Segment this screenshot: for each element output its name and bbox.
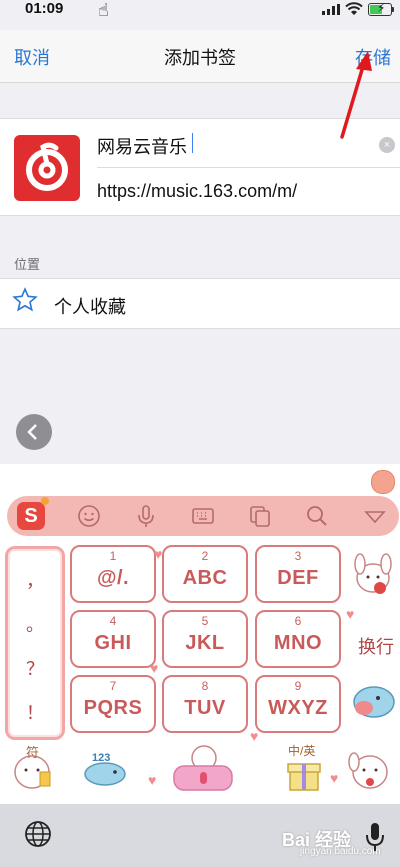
whale-sticker-icon (353, 686, 395, 718)
dictation-mic-icon[interactable] (366, 822, 384, 852)
annotation-arrow-icon (340, 51, 372, 139)
key-1[interactable]: 1 @/. (70, 545, 156, 603)
search-icon[interactable] (305, 504, 329, 528)
heart-decoration: ♥ (330, 770, 339, 786)
bookmark-url-field[interactable]: https://music.163.com/m/ (97, 181, 297, 202)
clipboard-icon[interactable] (248, 504, 272, 528)
key-5[interactable]: 5 JKL (162, 610, 248, 668)
collapse-back-button[interactable] (16, 414, 52, 450)
battery-cap (392, 7, 394, 12)
language-toggle-sticker-label[interactable]: 中/英 (288, 742, 315, 759)
heart-decoration: ♥ (346, 606, 355, 622)
key-4[interactable]: 4 GHI (70, 610, 156, 668)
gift-box-sticker-icon (287, 763, 321, 791)
key-2[interactable]: 2 ABC (162, 545, 248, 603)
chevron-left-icon (27, 424, 37, 440)
key-3[interactable]: 3 DEF (255, 545, 341, 603)
heart-decoration: ♥ (250, 728, 259, 744)
battery-icon: ⚡ (368, 1, 392, 16)
punct-comma-key[interactable]: ， (8, 567, 62, 593)
key-9[interactable]: 9 WXYZ (255, 675, 341, 733)
key-6[interactable]: 6 MNO (255, 610, 341, 668)
hide-keyboard-icon[interactable] (363, 504, 387, 528)
star-icon (12, 287, 38, 312)
heart-decoration: ♥ (150, 660, 159, 676)
wifi-icon (345, 2, 363, 15)
netease-music-logo-icon (14, 135, 80, 201)
text-cursor (192, 133, 193, 153)
cellular-signal-icon (322, 4, 340, 15)
punct-exclaim-key[interactable]: ！ (8, 699, 62, 725)
bunny-emoji-sticker-icon (348, 752, 388, 789)
favorites-folder-row[interactable]: 个人收藏 (0, 278, 400, 329)
location-section-label: 位置 (14, 257, 41, 272)
newline-key[interactable]: 换行 (358, 633, 394, 659)
bathtub-voice-sticker-icon[interactable] (170, 742, 236, 798)
punctuation-column: ， 。 ？ ！ (5, 546, 65, 740)
symbol-sticker-label[interactable]: 符 (26, 742, 39, 761)
folder-label: 个人收藏 (54, 297, 126, 317)
key-7[interactable]: 7 PQRS (70, 675, 156, 733)
sogou-logo-button[interactable]: S (17, 502, 45, 530)
keyboard-toolbar: S (7, 496, 399, 536)
clear-text-button[interactable]: × (379, 137, 395, 153)
field-divider (97, 167, 400, 168)
bookmark-name-field[interactable]: 网易云音乐 (97, 133, 187, 159)
heart-decoration: ♥ (148, 772, 157, 788)
cancel-button[interactable]: 取消 (14, 44, 50, 70)
globe-icon[interactable] (24, 820, 52, 848)
key-8[interactable]: 8 TUV (162, 675, 248, 733)
keyboard-skin-badge[interactable] (371, 470, 395, 494)
notification-dot (41, 497, 49, 505)
punct-period-key[interactable]: 。 (8, 611, 62, 637)
heart-decoration: ♥ (154, 546, 163, 562)
voice-input-icon[interactable] (134, 504, 158, 528)
bunny-sticker-icon (354, 553, 392, 594)
status-time: 01:09 (25, 0, 64, 17)
punct-question-key[interactable]: ？ (8, 655, 62, 681)
numbers-sticker-label[interactable]: 123 (92, 752, 110, 764)
hand-cursor-icon: ☝ (98, 0, 109, 20)
keyboard-layout-icon[interactable] (191, 504, 215, 528)
emoji-icon[interactable] (77, 504, 101, 528)
